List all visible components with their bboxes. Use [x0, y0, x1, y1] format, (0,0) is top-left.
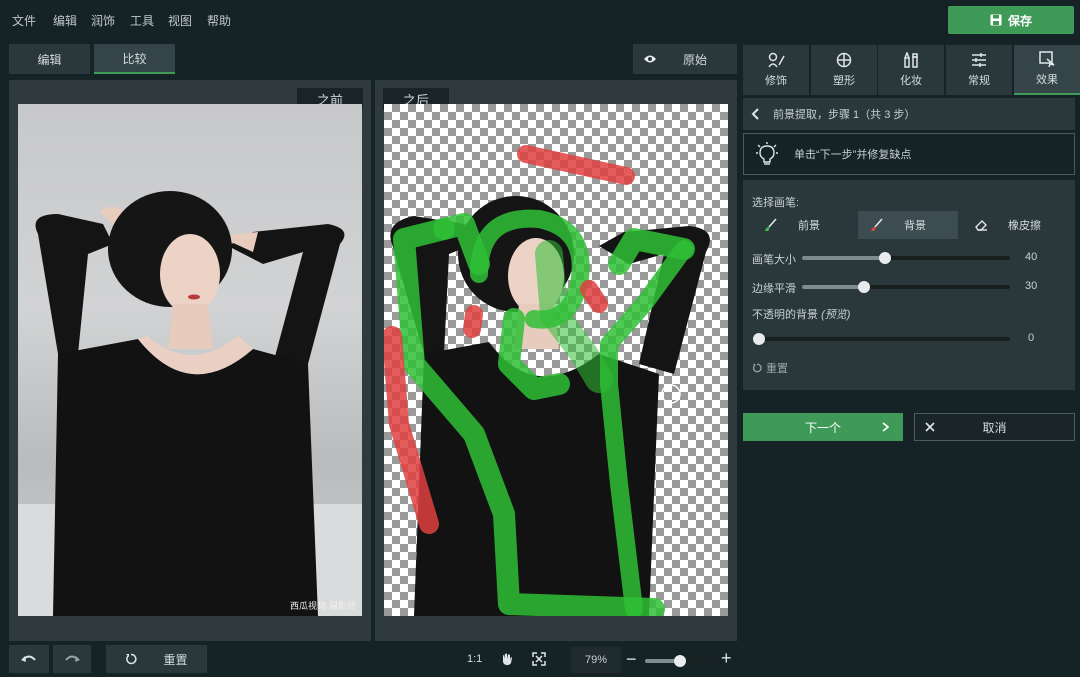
opacity-label: 不透明的背景 (预览)	[752, 306, 850, 322]
menu-help[interactable]: 帮助	[207, 12, 231, 29]
tab-makeup-label: 化妆	[900, 75, 922, 87]
zoom-out-button[interactable]: −	[626, 650, 637, 668]
hint-box: 单击“下一步”并修复缺点	[743, 133, 1075, 175]
opacity-label-text: 不透明的背景	[752, 309, 822, 321]
zoom-value[interactable]: 79%	[571, 647, 621, 673]
hand-tool-button[interactable]	[500, 652, 514, 666]
cutout-illustration	[384, 145, 710, 616]
brush-size-label: 画笔大小	[752, 254, 796, 266]
edge-smooth-label: 边缘平滑	[752, 283, 796, 295]
hint-text: 单击“下一步”并修复缺点	[794, 149, 912, 161]
save-button[interactable]: 保存	[948, 6, 1074, 34]
fit-screen-icon	[532, 652, 546, 666]
reset-view-label: 重置	[163, 652, 188, 667]
brush-size-value: 40	[1025, 251, 1038, 263]
tab-effects-label: 效果	[1036, 74, 1058, 86]
brush-title: 选择画笔:	[752, 197, 800, 209]
tab-compare[interactable]: 比较	[94, 44, 175, 74]
menu-bar: 文件 编辑 润饰 工具 视图 帮助	[0, 0, 1080, 40]
chevron-right-icon	[882, 422, 889, 432]
reset-settings-button[interactable]: 重置	[752, 360, 788, 376]
opacity-label-note: (预览)	[821, 309, 851, 321]
undo-button[interactable]	[9, 645, 49, 673]
reshape-icon	[836, 52, 852, 68]
edge-smooth-value: 30	[1025, 280, 1038, 292]
zoom-slider-knob[interactable]	[674, 655, 686, 667]
background-brush-button[interactable]: 背景	[858, 211, 958, 239]
zoom-slider[interactable]	[645, 655, 715, 667]
tab-retouch-label: 修饰	[765, 75, 787, 87]
tab-effects[interactable]: 效果	[1014, 45, 1080, 95]
reset-icon	[126, 653, 138, 665]
before-photo: 西瓜视频·摄影师	[18, 104, 362, 616]
eraser-button[interactable]: 橡皮擦	[962, 211, 1062, 239]
tab-makeup[interactable]: 化妆	[878, 45, 944, 95]
floppy-disk-icon	[990, 14, 1002, 26]
fit-screen-button[interactable]	[532, 652, 546, 666]
menu-tools[interactable]: 工具	[130, 12, 154, 29]
menu-view[interactable]: 视图	[168, 12, 192, 29]
undo-icon	[21, 655, 36, 662]
tab-retouch[interactable]: 修饰	[743, 45, 809, 95]
effects-icon	[1039, 51, 1055, 67]
foreground-label: 前景	[798, 220, 820, 232]
next-button[interactable]: 下一个	[743, 413, 903, 441]
tab-general-label: 常规	[968, 75, 990, 87]
tab-edit[interactable]: 编辑	[9, 44, 90, 74]
watermark-text: 西瓜视频·摄影师	[290, 601, 356, 611]
step-header: 前景提取，步骤 1（共 3 步）	[743, 98, 1075, 130]
edge-smooth-fill	[802, 285, 865, 289]
opacity-slider[interactable]	[753, 333, 1010, 345]
zoom-in-button[interactable]: +	[721, 649, 732, 667]
menu-file[interactable]: 文件	[12, 12, 36, 29]
brush-cursor	[661, 384, 681, 404]
after-canvas[interactable]	[384, 104, 728, 616]
cancel-label: 取消	[982, 420, 1007, 435]
makeup-icon	[904, 52, 918, 68]
tab-reshape-label: 塑形	[833, 75, 855, 87]
brush-size-slider[interactable]	[802, 252, 1010, 264]
menu-edit[interactable]: 编辑	[53, 12, 77, 29]
eraser-icon	[975, 220, 987, 231]
tab-general[interactable]: 常规	[946, 45, 1012, 95]
original-button[interactable]: 原始	[633, 44, 737, 74]
opacity-value: 0	[1028, 332, 1035, 344]
red-brush-icon	[871, 218, 883, 231]
edge-smooth-slider[interactable]	[802, 281, 1010, 293]
reset-settings-label: 重置	[766, 363, 788, 375]
sliders-icon	[972, 53, 986, 67]
redo-button[interactable]	[53, 645, 91, 673]
opacity-knob[interactable]	[753, 333, 765, 345]
foreground-brush-button[interactable]: 前景	[752, 211, 852, 239]
back-chevron-icon[interactable]	[751, 108, 759, 120]
hand-icon	[503, 653, 512, 665]
cancel-button[interactable]: 取消	[914, 413, 1075, 441]
retouch-brush-icon	[768, 52, 785, 68]
actual-size-button[interactable]: 1:1	[467, 653, 482, 665]
reset-small-icon	[752, 363, 762, 373]
eraser-label: 橡皮擦	[1008, 220, 1041, 232]
step-text: 前景提取，步骤 1（共 3 步）	[773, 109, 916, 121]
background-label: 背景	[904, 220, 926, 232]
next-label: 下一个	[804, 420, 841, 435]
original-label: 原始	[683, 52, 708, 67]
reset-view-button[interactable]: 重置	[106, 645, 207, 673]
close-icon	[925, 422, 935, 432]
redo-icon	[65, 655, 80, 662]
save-label: 保存	[1007, 13, 1032, 28]
eye-icon	[644, 55, 656, 63]
green-brush-icon	[765, 218, 777, 231]
portrait-illustration	[18, 191, 362, 616]
brush-size-fill	[802, 256, 886, 260]
menu-retouch[interactable]: 润饰	[91, 12, 115, 29]
tab-reshape[interactable]: 塑形	[811, 45, 877, 95]
lightbulb-icon	[756, 142, 778, 165]
